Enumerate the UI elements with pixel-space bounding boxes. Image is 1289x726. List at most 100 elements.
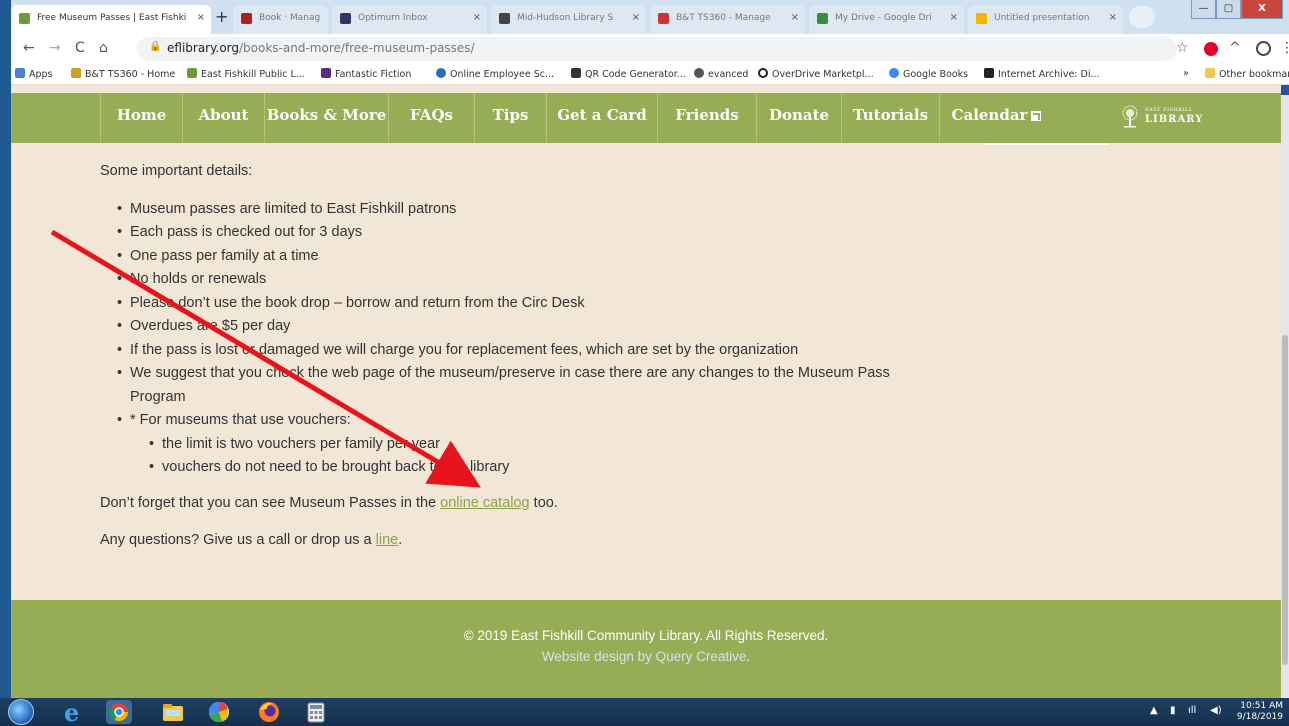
- tab-free-museum-passes[interactable]: Free Museum Passes | East Fishki ×: [11, 5, 211, 34]
- list-item: If the pass is lost or damaged we will c…: [117, 339, 920, 363]
- bookmark-label: East Fishkill Public L...: [201, 69, 305, 80]
- bookmark-google-books[interactable]: Google Books: [889, 68, 968, 80]
- reload-button[interactable]: C: [75, 40, 85, 56]
- nav-friends[interactable]: Friends: [657, 93, 756, 143]
- presentation-frame-left: [0, 0, 11, 698]
- star-icon[interactable]: ☆: [1176, 40, 1189, 56]
- online-catalog-link[interactable]: online catalog: [440, 495, 530, 511]
- profile-icon[interactable]: [1256, 41, 1271, 56]
- internet-explorer-icon[interactable]: e: [60, 698, 86, 726]
- bookmark-label: Online Employee Sc...: [450, 69, 555, 80]
- close-tab-icon[interactable]: ×: [473, 12, 481, 23]
- bookmark-online-employee[interactable]: Online Employee Sc...: [436, 68, 554, 80]
- catalog-paragraph: Don’t forget that you can see Museum Pas…: [100, 492, 920, 516]
- nav-books-and-more[interactable]: Books & More: [264, 93, 388, 143]
- file-explorer-icon[interactable]: [160, 700, 186, 724]
- bookmark-evanced[interactable]: evanced: [694, 68, 748, 80]
- bookmark-qr-code[interactable]: QR Code Generator...: [571, 68, 686, 80]
- bookmarks-bar: Apps B&T TS360 - Home East Fishkill Publ…: [11, 64, 1289, 85]
- questions-paragraph: Any questions? Give us a call or drop us…: [100, 529, 920, 553]
- nav-about[interactable]: About: [182, 93, 264, 143]
- questions-text: Any questions? Give us a call or drop us…: [100, 532, 376, 548]
- nav-donate[interactable]: Donate: [756, 93, 841, 143]
- minimize-button[interactable]: —: [1191, 0, 1216, 19]
- query-creative-link[interactable]: Website design by Query Creative: [542, 649, 747, 664]
- vouchers-sublist: the limit is two vouchers per family per…: [130, 433, 920, 480]
- tab-title: B&T TS360 - Manage: [676, 13, 771, 23]
- menu-icon[interactable]: ⋮: [1280, 40, 1289, 56]
- url-input[interactable]: 🔒 eflibrary.org/books-and-more/free-muse…: [137, 37, 1177, 61]
- list-item: Overdues are $5 per day: [117, 315, 920, 339]
- chrome-icon[interactable]: [106, 700, 132, 724]
- tab-optimum-inbox[interactable]: Optimum Inbox ×: [332, 5, 487, 34]
- nav-tips[interactable]: Tips: [474, 93, 546, 143]
- back-button[interactable]: ←: [23, 40, 35, 56]
- bookmark-label: Apps: [29, 69, 53, 80]
- list-item-vouchers: * For museums that use vouchers: the lim…: [117, 409, 920, 480]
- bookmark-apps[interactable]: Apps: [15, 68, 53, 80]
- drive-favicon-icon: [817, 13, 828, 24]
- list-item: No holds or renewals: [117, 268, 920, 292]
- bookmark-label: QR Code Generator...: [585, 69, 686, 80]
- bookmark-east-fishkill[interactable]: East Fishkill Public L...: [187, 68, 305, 80]
- mail-favicon-icon: [340, 13, 351, 24]
- bt-icon: [71, 68, 81, 78]
- sync-icon[interactable]: [206, 700, 232, 724]
- calculator-icon[interactable]: [303, 700, 329, 724]
- nav-calendar[interactable]: Calendar: [939, 93, 1053, 143]
- list-item: One pass per family at a time: [117, 245, 920, 269]
- tab-mid-hudson[interactable]: Mid-Hudson Library S ×: [491, 5, 646, 34]
- tab-my-drive[interactable]: My Drive - Google Dri ×: [809, 5, 964, 34]
- close-tab-icon[interactable]: ×: [950, 12, 958, 23]
- forward-button[interactable]: →: [49, 40, 61, 56]
- bookmark-label: Internet Archive: Di...: [998, 69, 1100, 80]
- close-tab-icon[interactable]: ×: [791, 12, 799, 23]
- bookmark-label: Other bookmarks: [1219, 69, 1289, 80]
- apps-grid-icon: [15, 68, 25, 78]
- copyright-text: © 2019 East Fishkill Community Library. …: [463, 628, 829, 643]
- list-item: Museum passes are limited to East Fishki…: [117, 198, 920, 222]
- nav-faqs[interactable]: FAQs: [388, 93, 474, 143]
- bookmarks-more-button[interactable]: »: [1183, 68, 1189, 79]
- signal-icon[interactable]: ıll: [1188, 705, 1196, 716]
- windows-start-icon[interactable]: [8, 699, 34, 725]
- battery-icon[interactable]: ▮: [1170, 705, 1176, 716]
- close-tab-icon[interactable]: ×: [632, 12, 640, 23]
- nav-get-a-card[interactable]: Get a Card: [546, 93, 657, 143]
- nav-home[interactable]: Home: [100, 93, 182, 143]
- details-list: Museum passes are limited to East Fishki…: [100, 198, 920, 480]
- bookmark-internet-archive[interactable]: Internet Archive: Di...: [984, 68, 1100, 80]
- bookmark-fantastic-fiction[interactable]: Fantastic Fiction: [321, 68, 411, 80]
- close-tab-icon[interactable]: ×: [197, 12, 205, 23]
- system-clock[interactable]: 10:51 AM 9/18/2019: [1237, 701, 1283, 723]
- volume-icon[interactable]: ◀): [1210, 705, 1222, 716]
- scrollbar-thumb[interactable]: [1282, 335, 1288, 665]
- tab-bt-ts360[interactable]: B&T TS360 - Manage ×: [650, 5, 805, 34]
- sub-list-item: the limit is two vouchers per family per…: [149, 433, 920, 457]
- close-tab-icon[interactable]: ×: [1109, 12, 1117, 23]
- tab-untitled-presentation[interactable]: Untitled presentation ×: [968, 5, 1123, 34]
- maximize-button[interactable]: ▢: [1216, 0, 1241, 19]
- firefox-icon[interactable]: [256, 700, 282, 724]
- intro-text: Some important details:: [100, 163, 253, 179]
- new-tab-button[interactable]: +: [215, 7, 228, 26]
- bookmark-bt-ts360[interactable]: B&T TS360 - Home: [71, 68, 175, 80]
- favicon-icon: [658, 13, 669, 24]
- nav-tutorials[interactable]: Tutorials: [841, 93, 939, 143]
- pinterest-icon[interactable]: [1204, 42, 1218, 56]
- new-tab-button-2[interactable]: [1129, 6, 1155, 28]
- logo-big-text: LIBRARY: [1145, 114, 1204, 125]
- qr-icon: [571, 68, 581, 78]
- close-window-button[interactable]: X: [1241, 0, 1283, 19]
- tab-book[interactable]: Book · Manag: [233, 5, 328, 34]
- extension-icon[interactable]: ^: [1229, 40, 1241, 56]
- bookmark-overdrive[interactable]: OverDrive Marketpl...: [758, 68, 874, 80]
- tab-title: Free Museum Passes | East Fishki: [37, 13, 187, 23]
- show-hidden-icons-icon[interactable]: ▲: [1150, 705, 1158, 716]
- contact-line-link[interactable]: line: [376, 532, 399, 548]
- home-button[interactable]: ⌂: [99, 40, 108, 56]
- scrollbar[interactable]: [1281, 95, 1289, 698]
- tree-icon: [187, 68, 197, 78]
- other-bookmarks[interactable]: Other bookmarks: [1205, 68, 1289, 80]
- design-credit-end: .: [746, 649, 751, 664]
